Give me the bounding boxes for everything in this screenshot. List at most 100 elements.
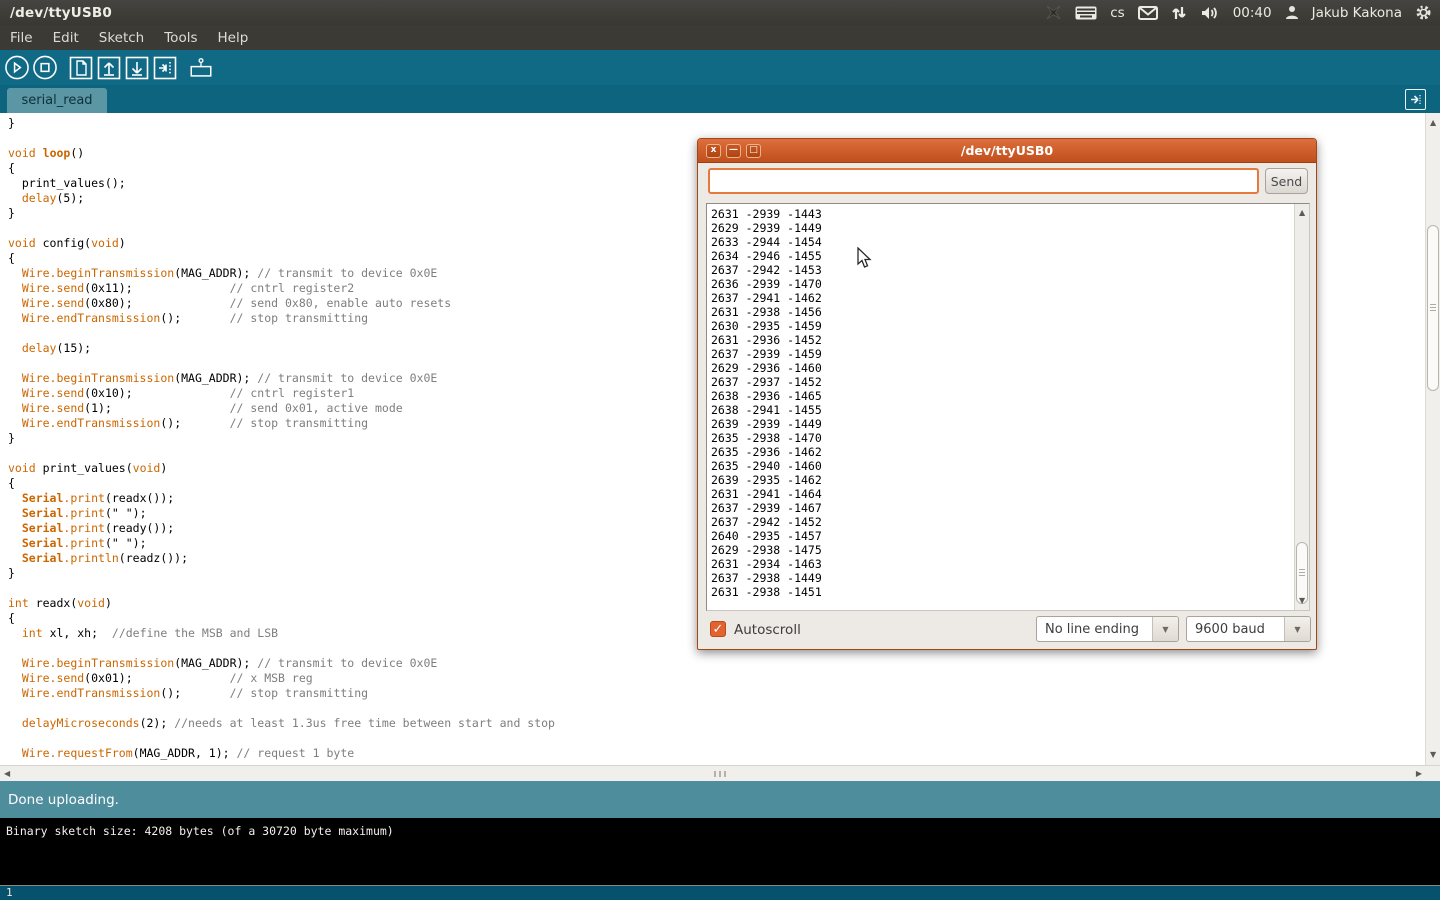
serial-monitor-window: x — □ /dev/ttyUSB0 Send 2631 -2939 -1443… bbox=[697, 138, 1317, 650]
serial-line: 2637 -2939 -1459 bbox=[711, 347, 1291, 361]
scroll-right-arrow[interactable]: ▶ bbox=[1416, 770, 1422, 778]
serial-line: 2637 -2938 -1449 bbox=[711, 571, 1291, 585]
scroll-left-arrow[interactable]: ◀ bbox=[4, 770, 10, 778]
status-bar: Done uploading. bbox=[0, 781, 1440, 818]
line-ending-select[interactable]: No line ending ▼ bbox=[1036, 616, 1179, 642]
focused-window-title: /dev/ttyUSB0 bbox=[0, 5, 112, 21]
serial-line: 2637 -2942 -1452 bbox=[711, 515, 1291, 529]
mouse-cursor bbox=[857, 247, 872, 273]
system-tray: cs 00:40 Jakub Kakona bbox=[1045, 4, 1440, 21]
serial-line: 2638 -2941 -1455 bbox=[711, 403, 1291, 417]
scroll-down-arrow[interactable]: ▼ bbox=[1430, 751, 1436, 759]
new-sketch-button[interactable] bbox=[68, 55, 94, 81]
serial-input-row: Send bbox=[698, 163, 1316, 201]
chevron-down-icon[interactable]: ▼ bbox=[1152, 617, 1178, 641]
editor-horizontal-scrollbar[interactable]: ◀ ▶ bbox=[0, 765, 1440, 781]
mail-icon[interactable] bbox=[1138, 6, 1158, 20]
screen: /dev/ttyUSB0 cs 00:40 Jakub Kakona bbox=[0, 0, 1440, 900]
clock[interactable]: 00:40 bbox=[1233, 5, 1272, 21]
menu-item-help[interactable]: Help bbox=[218, 30, 249, 46]
serial-monitor-title: /dev/ttyUSB0 bbox=[698, 143, 1316, 158]
code-line: delayMicroseconds(2); //needs at least 1… bbox=[8, 716, 1425, 731]
menu-item-sketch[interactable]: Sketch bbox=[99, 30, 144, 46]
serial-line: 2639 -2935 -1462 bbox=[711, 473, 1291, 487]
network-arrows-icon[interactable] bbox=[1171, 5, 1187, 21]
tab-menu-button[interactable] bbox=[1405, 89, 1426, 110]
serial-monitor-button[interactable] bbox=[188, 55, 214, 81]
verify-button[interactable] bbox=[4, 55, 30, 81]
autoscroll-label: Autoscroll bbox=[734, 622, 801, 638]
upload-button[interactable] bbox=[152, 55, 178, 81]
serial-monitor-controls: ✓ Autoscroll No line ending ▼ 9600 baud … bbox=[698, 609, 1316, 649]
serial-vscroll-thumb[interactable] bbox=[1296, 542, 1308, 604]
serial-line: 2631 -2938 -1456 bbox=[711, 305, 1291, 319]
code-line bbox=[8, 701, 1425, 716]
chevron-down-icon[interactable]: ▼ bbox=[1284, 617, 1310, 641]
serial-output-area[interactable]: 2631 -2939 -14432629 -2939 -14492633 -29… bbox=[706, 203, 1310, 611]
send-button[interactable]: Send bbox=[1265, 168, 1308, 194]
code-line bbox=[8, 731, 1425, 746]
serial-output: 2631 -2939 -14432629 -2939 -14492633 -29… bbox=[711, 207, 1291, 610]
serial-line: 2637 -2941 -1462 bbox=[711, 291, 1291, 305]
serial-line: 2635 -2940 -1460 bbox=[711, 459, 1291, 473]
serial-line: 2631 -2938 -1451 bbox=[711, 585, 1291, 599]
console-output: Binary sketch size: 4208 bytes (of a 307… bbox=[0, 818, 1440, 885]
serial-line: 2637 -2939 -1467 bbox=[711, 501, 1291, 515]
serial-line: 2638 -2936 -1465 bbox=[711, 389, 1291, 403]
menu-item-file[interactable]: File bbox=[10, 30, 33, 46]
serial-send-input[interactable] bbox=[708, 168, 1259, 194]
serial-scroll-down-arrow[interactable]: ▼ bbox=[1299, 597, 1305, 605]
user-menu[interactable]: Jakub Kakona bbox=[1312, 5, 1402, 21]
code-line: Wire.endTransmission(); // stop transmit… bbox=[8, 686, 1425, 701]
volume-icon[interactable] bbox=[1200, 5, 1220, 21]
code-line: Wire.send(0x01); // x MSB reg bbox=[8, 671, 1425, 686]
close-icon[interactable]: x bbox=[706, 144, 721, 158]
serial-line: 2634 -2946 -1455 bbox=[711, 249, 1291, 263]
menu-item-tools[interactable]: Tools bbox=[164, 30, 197, 46]
scroll-up-arrow[interactable]: ▲ bbox=[1430, 119, 1436, 127]
line-ending-value: No line ending bbox=[1037, 622, 1152, 637]
serial-line: 2639 -2939 -1449 bbox=[711, 417, 1291, 431]
keyboard-layout-icon[interactable] bbox=[1075, 6, 1097, 20]
keyboard-layout-label[interactable]: cs bbox=[1110, 5, 1124, 21]
minimize-icon[interactable]: — bbox=[726, 144, 741, 158]
serial-line: 2637 -2937 -1452 bbox=[711, 375, 1291, 389]
serial-line: 2635 -2938 -1470 bbox=[711, 431, 1291, 445]
serial-vertical-scrollbar[interactable]: ▲ ▼ bbox=[1294, 204, 1309, 610]
save-button[interactable] bbox=[124, 55, 150, 81]
serial-line: 2636 -2939 -1470 bbox=[711, 277, 1291, 291]
serial-line: 2629 -2939 -1449 bbox=[711, 221, 1291, 235]
serial-monitor-titlebar[interactable]: x — □ /dev/ttyUSB0 bbox=[698, 139, 1316, 163]
editor-vscroll-thumb[interactable] bbox=[1427, 225, 1439, 391]
code-line: } bbox=[8, 116, 1425, 131]
editor-vertical-scrollbar[interactable]: ▲ ▼ bbox=[1425, 113, 1440, 765]
baud-rate-select[interactable]: 9600 baud ▼ bbox=[1186, 616, 1311, 642]
serial-line: 2630 -2935 -1459 bbox=[711, 319, 1291, 333]
serial-line: 2640 -2935 -1457 bbox=[711, 529, 1291, 543]
menu-item-edit[interactable]: Edit bbox=[53, 30, 79, 46]
serial-line: 2629 -2938 -1475 bbox=[711, 543, 1291, 557]
serial-line: 2637 -2942 -1453 bbox=[711, 263, 1291, 277]
stop-button[interactable] bbox=[32, 55, 58, 81]
serial-line: 2631 -2936 -1452 bbox=[711, 333, 1291, 347]
tab-bar: serial_read bbox=[0, 85, 1440, 113]
app-indicator-icon[interactable] bbox=[1045, 4, 1062, 21]
current-line-number: 1 bbox=[6, 886, 13, 899]
console-text: Binary sketch size: 4208 bytes (of a 307… bbox=[6, 824, 394, 838]
serial-line: 2631 -2934 -1463 bbox=[711, 557, 1291, 571]
baud-rate-value: 9600 baud bbox=[1187, 622, 1284, 637]
open-button[interactable] bbox=[96, 55, 122, 81]
maximize-icon[interactable]: □ bbox=[746, 144, 761, 158]
line-number-strip: 1 bbox=[0, 885, 1440, 900]
autoscroll-checkbox[interactable]: ✓ bbox=[710, 621, 726, 637]
serial-line: 2629 -2936 -1460 bbox=[711, 361, 1291, 375]
tab-serial-read[interactable]: serial_read bbox=[7, 88, 107, 113]
user-icon bbox=[1285, 5, 1299, 20]
code-line: Wire.beginTransmission(MAG_ADDR); // tra… bbox=[8, 656, 1425, 671]
menu-bar: File Edit Sketch Tools Help bbox=[0, 25, 1440, 50]
serial-line: 2631 -2939 -1443 bbox=[711, 207, 1291, 221]
session-gear-icon[interactable] bbox=[1415, 4, 1432, 21]
code-line: Wire.requestFrom(MAG_ADDR, 1); // reques… bbox=[8, 746, 1425, 761]
serial-scroll-up-arrow[interactable]: ▲ bbox=[1299, 209, 1305, 217]
top-panel: /dev/ttyUSB0 cs 00:40 Jakub Kakona bbox=[0, 0, 1440, 25]
